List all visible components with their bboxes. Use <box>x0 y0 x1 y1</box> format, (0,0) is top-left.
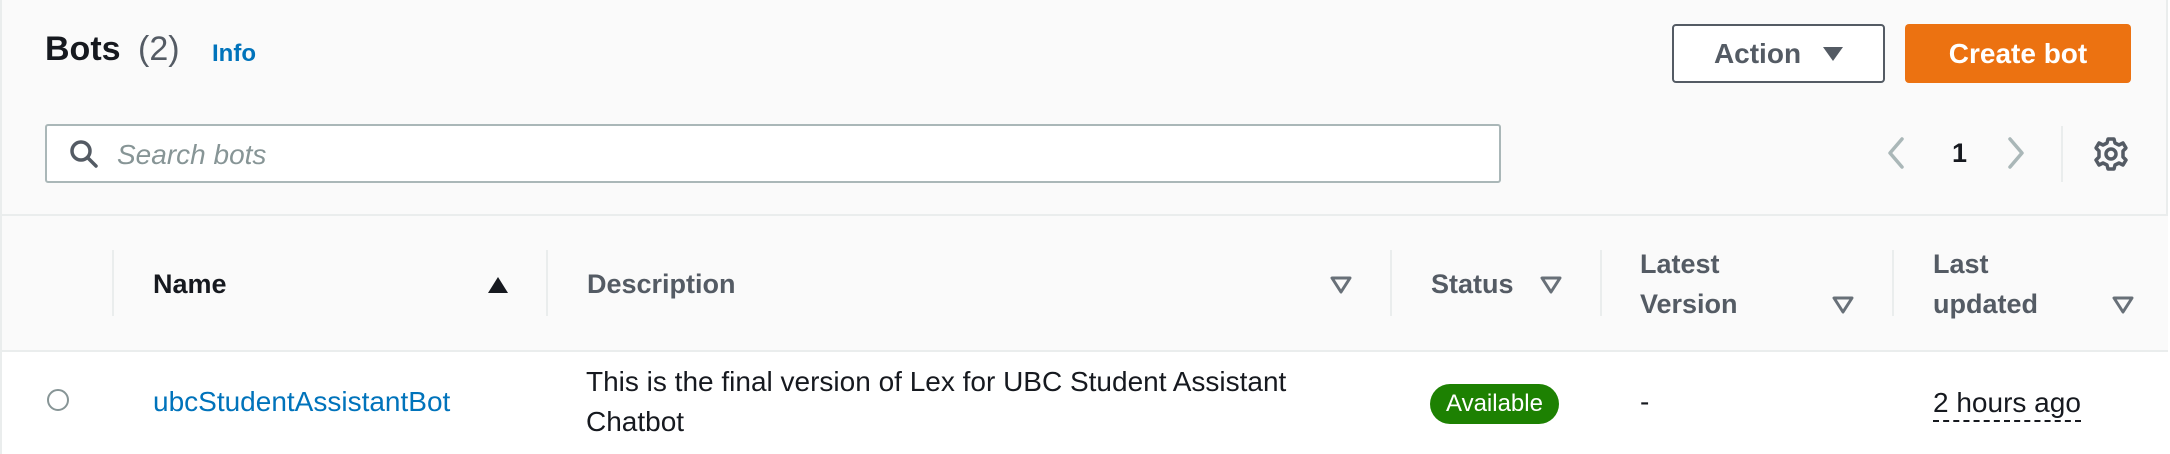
bots-panel: Bots (2) Info Action Create bot 1 <box>0 0 2168 454</box>
column-header-latest-version[interactable]: Latest Version <box>1640 244 1770 324</box>
column-header-description[interactable]: Description <box>587 264 736 304</box>
column-divider <box>112 250 114 316</box>
chevron-right-icon[interactable] <box>2006 136 2026 175</box>
column-header-name[interactable]: Name <box>153 264 227 304</box>
chevron-left-icon[interactable] <box>1886 136 1906 175</box>
sort-descending-icon[interactable] <box>2112 296 2134 319</box>
sort-ascending-icon[interactable] <box>487 276 509 299</box>
column-divider <box>1600 250 1602 316</box>
column-divider <box>1390 250 1392 316</box>
bot-description: This is the final version of Lex for UBC… <box>586 366 1287 437</box>
column-header-status[interactable]: Status <box>1431 264 1514 304</box>
search-icon <box>69 139 99 174</box>
caret-down-icon <box>1823 46 1844 61</box>
table-header: Name Description Status Latest Version L… <box>2 214 2168 352</box>
sort-descending-icon[interactable] <box>1832 296 1854 319</box>
page-number[interactable]: 1 <box>1952 138 1967 169</box>
latest-version-value: - <box>1640 386 1650 417</box>
bot-count: (2) <box>138 30 180 68</box>
pager-divider <box>2061 126 2063 182</box>
search-field[interactable] <box>45 124 1501 183</box>
gear-icon[interactable] <box>2093 136 2129 177</box>
row-select-radio[interactable] <box>47 389 69 411</box>
status-badge: Available <box>1430 384 1559 424</box>
info-link[interactable]: Info <box>212 40 256 68</box>
table-row[interactable]: ubcStudentAssistantBot This is the final… <box>2 352 2168 454</box>
column-divider <box>546 250 548 316</box>
bot-name-link[interactable]: ubcStudentAssistantBot <box>153 386 450 418</box>
search-input[interactable] <box>115 134 1479 176</box>
page-title: Bots <box>45 30 121 68</box>
create-bot-label: Create bot <box>1948 37 2088 69</box>
sort-descending-icon[interactable] <box>1540 276 1562 299</box>
sort-descending-icon[interactable] <box>1330 276 1352 299</box>
last-updated-value[interactable]: 2 hours ago <box>1933 386 2081 422</box>
create-bot-button[interactable]: Create bot <box>1905 24 2131 83</box>
column-header-last-updated[interactable]: Last updated <box>1933 244 2063 324</box>
action-button-label: Action <box>1713 37 1802 69</box>
column-divider <box>1892 250 1894 316</box>
action-button[interactable]: Action <box>1672 24 1885 83</box>
